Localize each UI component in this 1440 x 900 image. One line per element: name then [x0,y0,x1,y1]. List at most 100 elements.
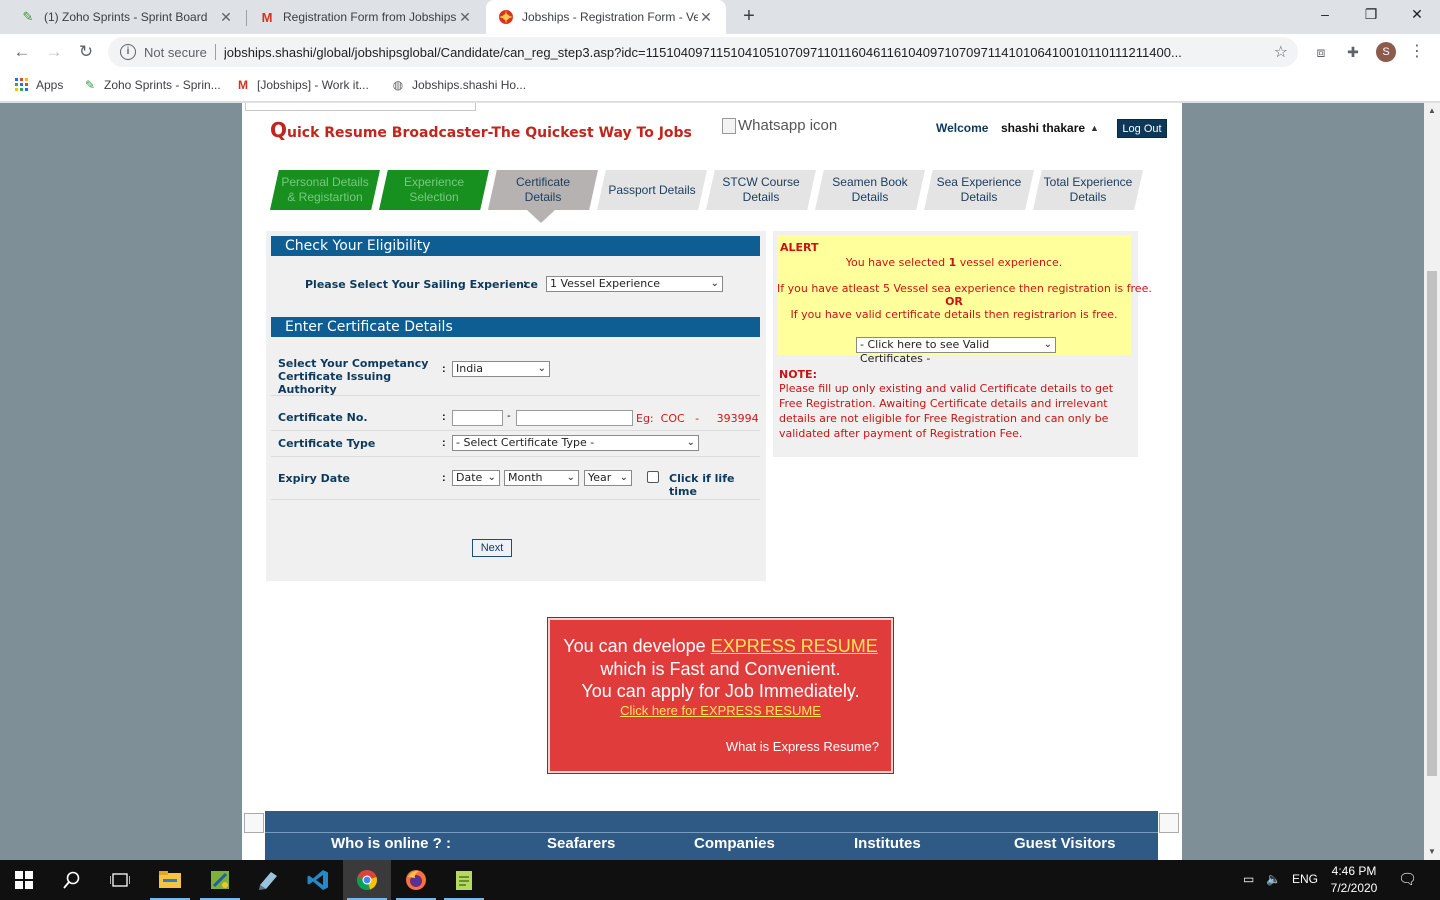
site-brand-title: Quick Resume Broadcaster-The Quickest Wa… [270,118,692,142]
new-tab-button[interactable]: + [736,4,762,30]
whatsapp-alt-text: Whatsapp icon [738,117,838,134]
express-highlight-link[interactable]: EXPRESS RESUME [711,636,878,656]
user-menu-arrow-icon[interactable]: ▲ [1090,123,1099,133]
colon: : [523,278,527,290]
close-tab-icon[interactable]: ✕ [698,9,714,26]
close-tab-icon[interactable]: ✕ [457,9,473,26]
scrollbar-thumb[interactable] [1427,271,1437,776]
step-experience-selection[interactable]: Experience Selection [379,170,489,210]
chevron-down-icon: ⌄ [537,363,546,374]
page-viewport: Quick Resume Broadcaster-The Quickest Wa… [0,103,1424,860]
certificate-number-label: Certificate No. [278,411,368,424]
reload-button[interactable]: ↻ [72,38,100,66]
bookmark-zoho-sprints[interactable]: ✎ Zoho Sprints - Sprin... [82,77,221,93]
file-explorer-icon[interactable] [146,860,194,900]
notepadpp-icon[interactable] [440,860,488,900]
vertical-scrollbar[interactable]: ▲ ▼ [1424,103,1440,860]
sailing-experience-label: Please Select Your Sailing Experience [305,278,538,291]
bookmark-star-icon[interactable]: ☆ [1274,42,1288,62]
profile-avatar[interactable]: S [1376,42,1396,62]
minimize-button[interactable]: – [1302,0,1348,30]
step-label: Passport Details [608,182,696,197]
bookmark-jobships-gmail[interactable]: M [Jobships] - Work it... [235,77,369,93]
extensions-puzzle-icon[interactable]: ✚ [1342,41,1364,63]
expiry-month-select[interactable]: Month ⌄ [504,470,579,486]
express-line-1: You can develope EXPRESS RESUME [548,636,893,657]
step-personal-details[interactable]: Personal Details & Registartion [270,170,380,210]
info-icon[interactable]: i [120,44,136,60]
scroll-down-arrow-icon[interactable]: ▼ [1424,844,1440,860]
expiry-year-select[interactable]: Year ⌄ [584,470,632,486]
notification-icon[interactable]: 🗨 [1398,870,1417,888]
network-icon[interactable]: ▭ [1243,872,1254,886]
certificate-type-select[interactable]: - Select Certificate Type - ⌄ [452,435,699,451]
step-passport-details[interactable]: Passport Details [597,170,707,210]
vscode-icon[interactable] [294,860,342,900]
page-content: Quick Resume Broadcaster-The Quickest Wa… [242,103,1182,860]
footer-who-online: Who is online ? : [331,835,451,852]
notepad-icon[interactable] [244,860,292,900]
whatsapp-image[interactable]: Whatsapp icon [722,117,837,134]
windows-start-icon[interactable] [0,860,48,900]
firefox-icon[interactable] [392,860,440,900]
forward-button[interactable]: → [40,38,68,66]
expiry-date-label: Expiry Date [278,472,350,485]
logout-button[interactable]: Log Out [1117,119,1167,138]
alert-selected-post: vessel experience. [959,256,1063,269]
task-view-icon[interactable] [96,860,144,900]
system-clock[interactable]: 4:46 PM 7/2/2020 [1324,863,1384,897]
jobships-icon [498,9,514,25]
next-button[interactable]: Next [472,539,512,557]
issuing-authority-select[interactable]: India ⌄ [452,361,550,377]
url-text[interactable]: jobships.shashi/global/jobshipsglobal/Ca… [224,45,1254,60]
chevron-down-icon: ⌄ [566,472,575,483]
select-value: - Select Certificate Type - [456,436,595,449]
clock-time: 4:46 PM [1331,864,1377,878]
select-value: Month [508,471,543,484]
expiry-date-select[interactable]: Date ⌄ [452,470,500,486]
footer-guest-visitors[interactable]: Guest Visitors [1014,835,1115,852]
step-sea-experience[interactable]: Sea Experience Details [924,170,1034,210]
step-total-experience[interactable]: Total Experience Details [1033,170,1143,210]
footer-seafarers[interactable]: Seafarers [547,835,615,852]
close-window-button[interactable]: ✕ [1394,0,1440,30]
bookmark-jobships-home[interactable]: ◍ Jobships.shashi Ho... [390,77,526,93]
registration-steps: Personal Details & Registartion Experien… [270,170,1160,210]
what-is-express-resume-link[interactable]: What is Express Resume? [726,739,879,754]
tab-zoho-sprints[interactable]: ✎ (1) Zoho Sprints - Sprint Board ✕ [8,0,246,34]
extension-icon[interactable]: ⧈ [1310,41,1332,63]
step-seamen-book[interactable]: Seamen Book Details [815,170,925,210]
valid-certificates-select[interactable]: - Click here to see Valid Certificates -… [856,337,1056,365]
tab-gmail[interactable]: M Registration Form from Jobships. ✕ [247,0,485,34]
step-label: STCW Course Details [722,175,800,204]
menu-kebab-icon[interactable]: ⋮ [1406,41,1428,63]
address-bar[interactable]: i Not secure jobships.shashi/global/jobs… [108,37,1298,67]
tab-jobships-active[interactable]: Jobships - Registration Form - Ve ✕ [486,0,726,34]
zoho-sprints-icon: ✎ [22,9,34,24]
colon: : [442,363,446,375]
volume-icon[interactable]: 🔈 [1266,872,1281,886]
bookmark-apps[interactable]: Apps [14,77,63,93]
footer-institutes[interactable]: Institutes [854,835,921,852]
lifetime-checkbox[interactable] [647,471,659,483]
sailing-experience-select[interactable]: 1 Vessel Experience ⌄ [546,276,723,292]
express-resume-link[interactable]: Click here for EXPRESS RESUME [548,703,893,718]
footer: Who is online ? : Seafarers Companies In… [242,811,1182,860]
step-stcw-course[interactable]: STCW Course Details [706,170,816,210]
certificate-number-input[interactable] [516,410,633,426]
certificate-prefix-input[interactable] [452,410,503,426]
footer-companies[interactable]: Companies [694,835,775,852]
maximize-button[interactable]: ❐ [1348,0,1394,30]
alert-selected-line: You have selected 1 vessel experience. [777,256,1131,269]
tool-app-icon[interactable] [196,860,244,900]
language-indicator[interactable]: ENG [1292,872,1318,886]
step-certificate-details[interactable]: Certificate Details [488,170,598,210]
close-tab-icon[interactable]: ✕ [218,9,234,26]
username[interactable]: shashi thakare [1001,121,1085,135]
chrome-icon[interactable] [343,860,391,900]
back-button[interactable]: ← [8,38,36,66]
search-icon[interactable] [48,860,96,900]
scroll-up-arrow-icon[interactable]: ▲ [1424,103,1440,119]
broken-image-icon [244,813,264,833]
browser-tab-strip: ✎ (1) Zoho Sprints - Sprint Board ✕ M Re… [0,0,1440,34]
